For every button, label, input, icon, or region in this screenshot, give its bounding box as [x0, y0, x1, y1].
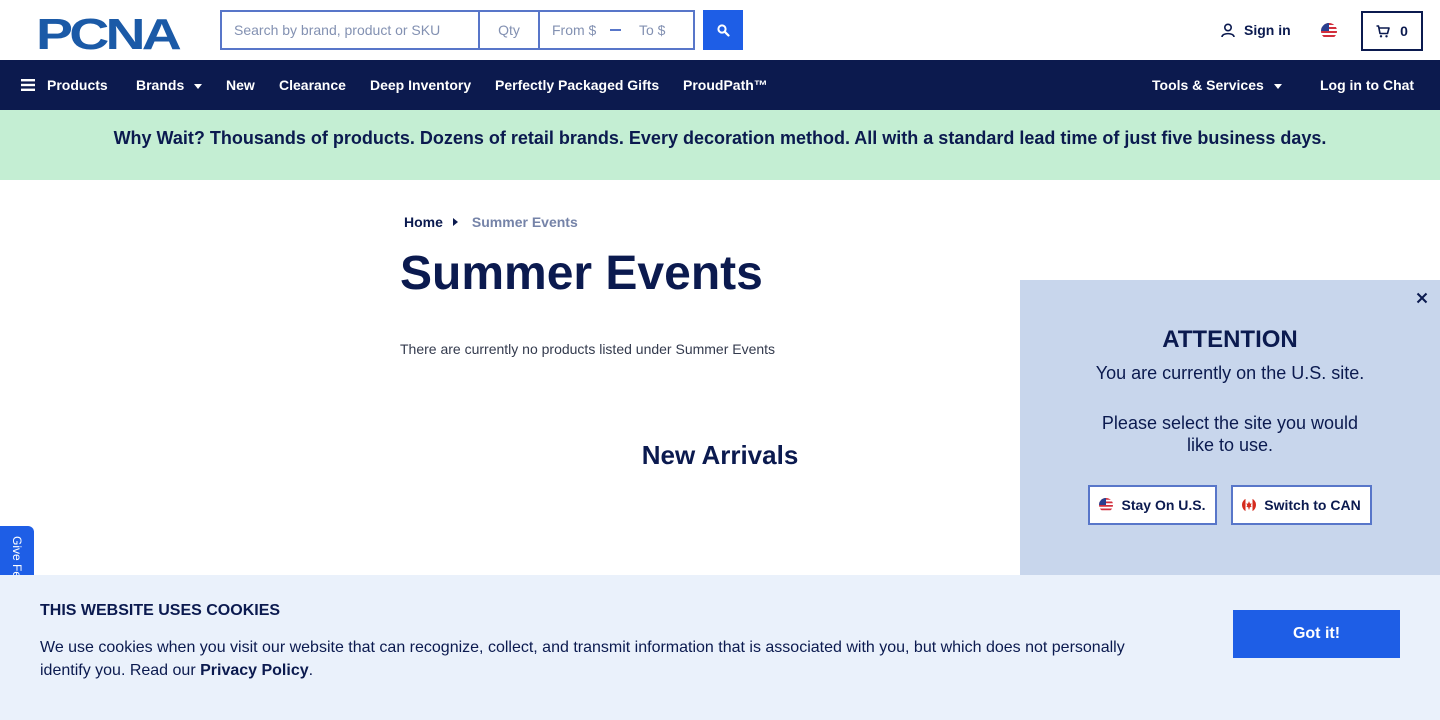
price-to-input[interactable]: [627, 12, 693, 48]
empty-message: There are currently no products listed u…: [400, 341, 776, 357]
close-icon[interactable]: [1414, 290, 1430, 306]
sign-in-link[interactable]: Sign in: [1220, 22, 1291, 38]
chevron-down-icon: [1273, 83, 1282, 89]
cart-count: 0: [1400, 23, 1408, 39]
cookie-title: THIS WEBSITE USES COOKIES: [40, 602, 281, 619]
attention-heading: ATTENTION: [1162, 326, 1298, 353]
feedback-label: Give Fe: [10, 536, 24, 579]
site-select-modal: ATTENTION You are currently on the U.S. …: [1020, 280, 1440, 580]
breadcrumb-current: Summer Events: [471, 214, 578, 230]
main-nav: Products Brands New Clearance Deep Inven…: [0, 60, 1440, 110]
nav-perfectly-packaged-gifts[interactable]: Perfectly Packaged Gifts: [495, 60, 659, 110]
nav-new[interactable]: New: [226, 60, 255, 110]
pcna-logo[interactable]: PCNA: [36, 12, 184, 52]
cookie-accept-button[interactable]: Got it!: [1233, 610, 1400, 658]
nav-deep-inventory[interactable]: Deep Inventory: [370, 60, 471, 110]
qty-input[interactable]: [478, 10, 540, 50]
menu-icon: [21, 79, 35, 91]
search-button[interactable]: [703, 10, 743, 50]
cookie-text: We use cookies when you visit our websit…: [40, 636, 1150, 682]
us-flag-icon: [1099, 498, 1114, 512]
price-range: [540, 10, 695, 50]
search-bar: [220, 10, 695, 50]
switch-can-label: Switch to CAN: [1264, 497, 1361, 513]
nav-chat-label: Log in to Chat: [1320, 77, 1415, 93]
page-title: Summer Events: [400, 247, 763, 300]
search-input[interactable]: [220, 10, 478, 50]
nav-clearance[interactable]: Clearance: [279, 60, 346, 110]
breadcrumb: Home Summer Events: [404, 214, 578, 230]
promo-banner-text: Why Wait? Thousands of products. Dozens …: [113, 127, 1327, 148]
logo-text: PCNA: [36, 12, 181, 52]
search-icon: [716, 23, 730, 37]
nav-products-label: Products: [47, 77, 108, 93]
sign-in-label: Sign in: [1244, 22, 1291, 38]
cookie-banner: THIS WEBSITE USES COOKIES We use cookies…: [0, 575, 1440, 720]
nav-deep-inventory-label: Deep Inventory: [370, 77, 472, 93]
nav-tools-services[interactable]: Tools & Services: [1152, 60, 1282, 110]
user-icon: [1221, 23, 1235, 38]
us-flag-icon[interactable]: [1321, 23, 1337, 39]
privacy-policy-link[interactable]: Privacy Policy: [200, 662, 309, 679]
stay-us-button[interactable]: Stay On U.S.: [1088, 485, 1217, 525]
cookie-end: .: [308, 662, 314, 679]
promo-banner: Why Wait? Thousands of products. Dozens …: [0, 110, 1440, 180]
nav-brands-label: Brands: [136, 77, 185, 93]
stay-us-label: Stay On U.S.: [1121, 497, 1206, 513]
price-range-dash: [610, 29, 621, 31]
top-bar: PCNA Sign in: [0, 0, 1440, 60]
breadcrumb-home[interactable]: Home: [404, 214, 443, 230]
attention-instruction: Please select the site you would like to…: [1101, 413, 1359, 455]
breadcrumb-arrow-icon: [452, 218, 458, 226]
nav-log-in-to-chat[interactable]: Log in to Chat: [1320, 60, 1414, 110]
nav-clearance-label: Clearance: [279, 77, 346, 93]
nav-proudpath[interactable]: ProudPath™: [683, 60, 768, 110]
nav-gifts-label: Perfectly Packaged Gifts: [495, 77, 660, 93]
nav-proudpath-label: ProudPath™: [683, 77, 768, 93]
attention-current-site: You are currently on the U.S. site.: [1095, 363, 1365, 383]
price-from-input[interactable]: [540, 12, 606, 48]
nav-tools-label: Tools & Services: [1152, 77, 1264, 93]
canada-flag-icon: [1242, 498, 1257, 512]
nav-brands[interactable]: Brands: [136, 60, 203, 110]
switch-can-button[interactable]: Switch to CAN: [1231, 485, 1372, 525]
cart-button[interactable]: 0: [1361, 11, 1423, 51]
cart-icon: [1376, 24, 1390, 37]
nav-new-label: New: [226, 77, 255, 93]
chevron-down-icon: [194, 83, 203, 89]
nav-products[interactable]: Products: [21, 60, 108, 110]
